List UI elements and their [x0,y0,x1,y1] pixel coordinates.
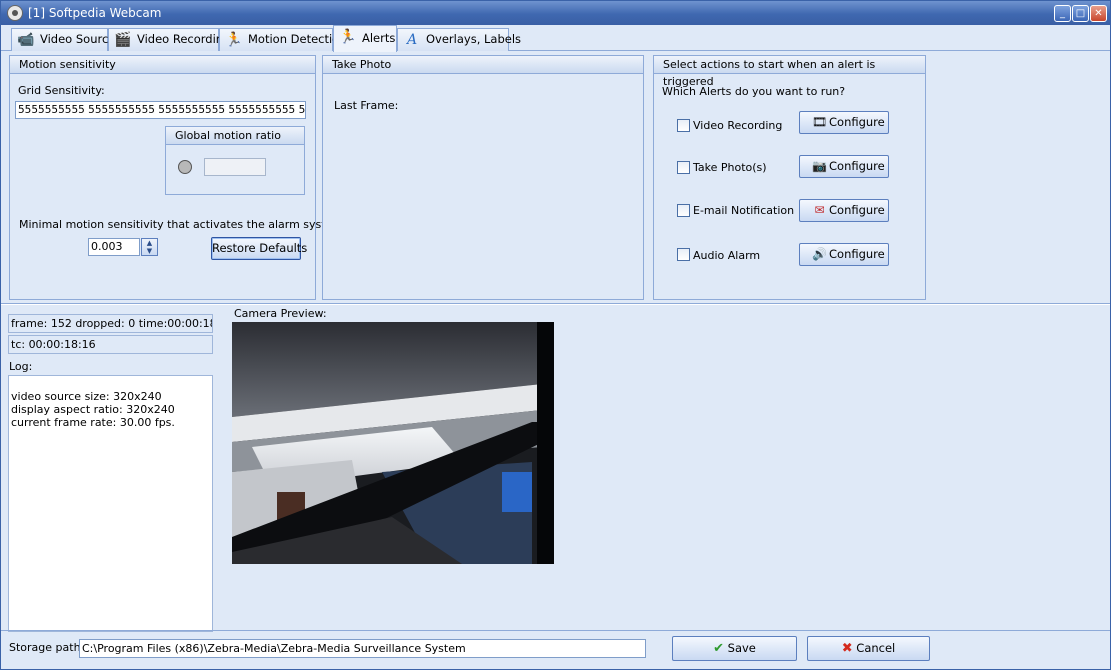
film-icon: 🎞 [811,115,828,129]
restore-defaults-button[interactable]: Restore Defaults [211,237,307,260]
sensitivity-input[interactable]: 0.003 [88,238,140,256]
text-brush-icon: A [406,32,418,48]
storage-path-input[interactable]: C:\Program Files (x86)\Zebra-Media\Zebra… [79,639,646,658]
clapperboard-icon: 🎬 [114,32,132,48]
camera-preview [232,322,554,564]
window-title: [1] Softpedia Webcam [28,6,162,20]
log-line: current frame rate: 30.00 fps. [11,416,175,429]
frame-status: frame: 152 dropped: 0 time:00:00:18 77 [8,314,213,333]
grid-sensitivity-input[interactable]: 5555555555 5555555555 5555555555 5555555… [15,101,306,119]
envelope-icon: ✉ [814,203,825,217]
tab-label: Video Recording [137,32,231,46]
tab-video-recording[interactable]: 🎬 Video Recording [108,28,230,51]
motion-sensitivity-panel: Motion sensitivity Grid Sensitivity: 555… [9,55,347,300]
tab-video-source[interactable]: 📹 Video Source [11,28,115,51]
checkmark-icon: ✔ [713,641,724,656]
email-notification-checkbox[interactable] [677,204,690,217]
configure-email-button[interactable]: ✉ Configure [799,199,889,222]
audio-alarm-checkbox[interactable] [677,248,690,261]
last-frame-label: Last Frame: [334,99,399,112]
tab-label: Alerts [362,31,396,45]
grid-sensitivity-label: Grid Sensitivity: [18,84,105,97]
audio-alarm-label: Audio Alarm [693,249,761,262]
email-notification-label: E-mail Notification [693,204,795,217]
running-man-icon: 🏃 [225,32,243,48]
button-label: Configure [829,115,885,129]
save-button[interactable]: ✔ Save [672,636,797,661]
take-photo-panel: Take Photo Last Frame: [322,55,644,300]
close-button[interactable]: ✕ [1090,5,1107,22]
tab-label: Motion Detection [248,32,347,46]
panel-title: Take Photo [323,56,643,74]
minimal-sensitivity-label: Minimal motion sensitivity that activate… [19,218,347,231]
global-motion-ratio-field [204,158,266,176]
alerts-question-label: Which Alerts do you want to run? [662,85,846,98]
tab-label: Overlays, Labels [426,32,522,46]
tab-bar: 📹 Video Source 🎬 Video Recording 🏃 Motio… [1,25,1110,52]
camera-icon: 📹 [17,32,35,48]
group-title: Global motion ratio [166,127,304,145]
button-label: Configure [829,203,885,217]
alarm-running-icon: 🏃 [339,29,357,45]
app-window: [1] Softpedia Webcam _ □ ✕ 📹 Video Sourc… [0,0,1111,670]
cross-icon: ✖ [841,641,853,656]
title-bar: [1] Softpedia Webcam _ □ ✕ [1,1,1110,25]
log-label: Log: [9,360,33,373]
cancel-button[interactable]: ✖ Cancel [807,636,930,661]
configure-audio-alarm-button[interactable]: 🔊 Configure [799,243,889,266]
footer-divider [1,630,1110,631]
splitter[interactable] [1,303,1110,305]
storage-path-label: Storage path: [9,641,85,654]
save-label: Save [727,641,756,655]
cancel-label: Cancel [856,641,896,655]
configure-video-recording-button[interactable]: 🎞 Configure [799,111,889,134]
video-recording-checkbox[interactable] [677,119,690,132]
status-indicator-icon [178,160,192,174]
speaker-icon: 🔊 [812,247,827,261]
global-motion-ratio-group: Global motion ratio [165,126,305,195]
take-photo-label: Take Photo(s) [693,161,767,174]
button-label: Configure [829,247,885,261]
log-line: video source size: 320x240 [11,390,162,403]
log-line: display aspect ratio: 320x240 [11,403,175,416]
tab-label: Video Source [40,32,116,46]
timecode-status: tc: 00:00:18:16 [8,335,213,354]
tab-alerts[interactable]: 🏃 Alerts [333,25,397,52]
tab-motion-detection[interactable]: 🏃 Motion Detection [219,28,347,51]
alert-actions-panel: Select actions to start when an alert is… [653,55,926,300]
panel-title: Select actions to start when an alert is… [654,56,925,88]
minimize-button[interactable]: _ [1054,5,1071,22]
log-textarea[interactable]: video source size: 320x240 display aspec… [8,375,213,632]
camera-feed-image [232,322,554,564]
panel-title: Motion sensitivity [10,56,315,74]
camera-preview-label: Camera Preview: [234,307,327,320]
camera-icon: 📷 [812,159,827,173]
configure-take-photo-button[interactable]: 📷 Configure [799,155,889,178]
button-label: Configure [829,159,885,173]
maximize-button[interactable]: □ [1072,5,1089,22]
webcam-icon [7,5,23,21]
take-photo-checkbox[interactable] [677,161,690,174]
tab-overlays-labels[interactable]: A Overlays, Labels [397,28,521,51]
sensitivity-spinner[interactable]: ▲ ▼ [141,238,158,256]
video-recording-label: Video Recording [693,119,783,132]
